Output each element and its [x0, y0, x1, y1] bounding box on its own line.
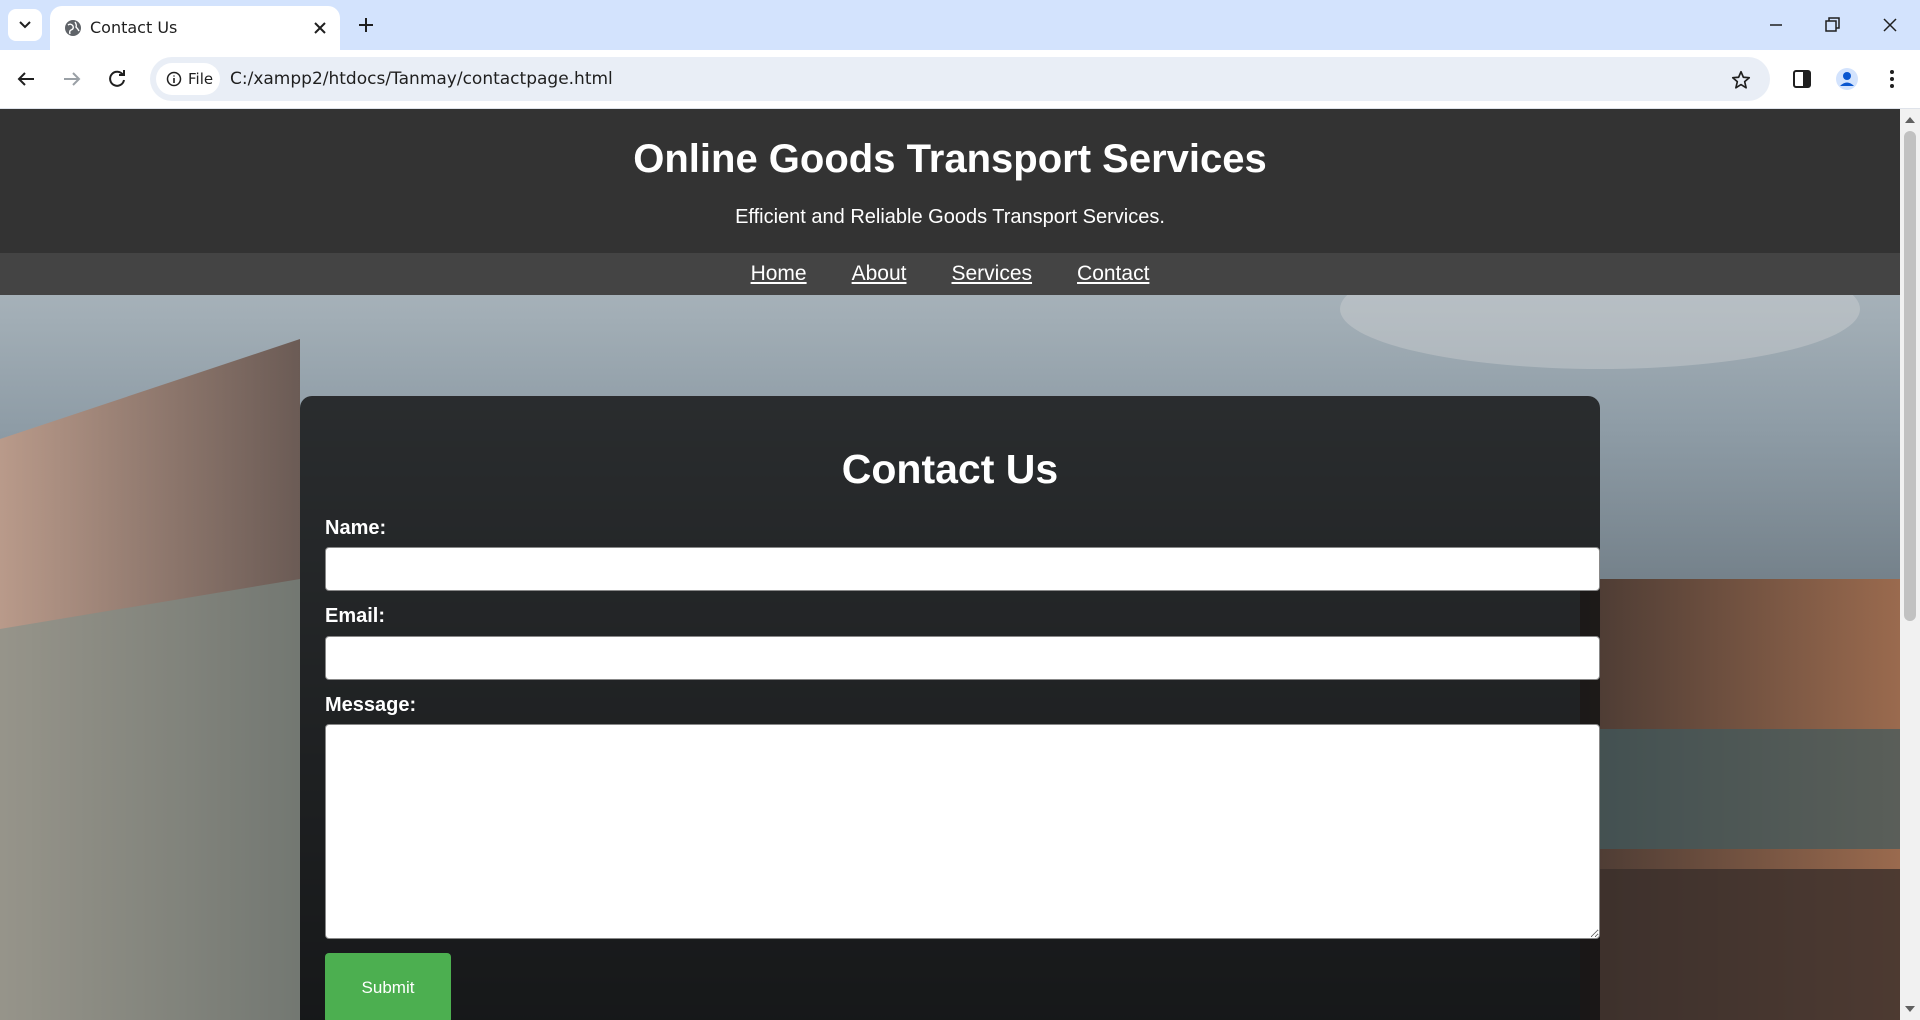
nav-link-contact[interactable]: Contact [1077, 262, 1149, 286]
info-icon [166, 71, 182, 87]
message-label: Message: [325, 694, 417, 716]
nav-link-home[interactable]: Home [751, 262, 807, 286]
message-textarea[interactable] [325, 724, 1600, 939]
nav-link-about[interactable]: About [852, 262, 907, 286]
tab-title: Contact Us [90, 18, 178, 37]
page-viewport: Online Goods Transport Services Efficien… [0, 109, 1900, 1020]
close-icon[interactable] [312, 20, 328, 36]
new-tab-plus-icon[interactable] [356, 15, 376, 35]
forward-arrow-icon[interactable] [60, 67, 84, 91]
scroll-down-arrow-icon[interactable] [1904, 1004, 1916, 1014]
file-chip-label: File [188, 70, 214, 88]
site-header: Online Goods Transport Services Efficien… [0, 109, 1900, 253]
email-input[interactable] [325, 636, 1600, 680]
contact-heading: Contact Us [841, 446, 1059, 492]
email-label: Email: [325, 605, 386, 627]
browser-toolbar: File C:/xampp2/htdocs/Tanmay/contactpage… [0, 50, 1920, 109]
nav-link-services[interactable]: Services [952, 262, 1033, 286]
tab-search-button[interactable] [8, 9, 42, 41]
scroll-up-arrow-icon[interactable] [1904, 115, 1916, 125]
address-bar[interactable]: File C:/xampp2/htdocs/Tanmay/contactpage… [150, 57, 1770, 101]
browser-tabbar: Contact Us [0, 0, 1920, 50]
name-label: Name: [325, 517, 387, 539]
minimize-icon[interactable] [1766, 15, 1786, 35]
site-title: Online Goods Transport Services [633, 137, 1267, 181]
window-close-icon[interactable] [1880, 15, 1900, 35]
globe-icon [65, 20, 81, 36]
restore-icon[interactable] [1822, 15, 1842, 35]
more-menu-icon[interactable] [1880, 67, 1904, 91]
submit-button[interactable]: Submit [325, 953, 451, 1020]
site-nav: Home About Services Contact [0, 253, 1900, 295]
chevron-down-icon [19, 21, 31, 29]
side-panel-icon[interactable] [1790, 67, 1814, 91]
profile-avatar-icon[interactable] [1835, 67, 1859, 91]
browser-tab-active[interactable]: Contact Us [50, 6, 340, 50]
scrollbar-thumb[interactable] [1904, 131, 1916, 621]
bookmark-star-icon[interactable] [1730, 69, 1752, 91]
reload-icon[interactable] [105, 67, 129, 91]
contact-form-card: Contact Us Name: Email: Message: Submit [300, 396, 1600, 1020]
page-scrollbar[interactable] [1900, 109, 1920, 1020]
site-info-chip[interactable]: File [156, 63, 220, 95]
url-text[interactable]: C:/xampp2/htdocs/Tanmay/contactpage.html [230, 69, 613, 89]
name-input[interactable] [325, 547, 1600, 591]
site-tagline: Efficient and Reliable Goods Transport S… [735, 206, 1165, 228]
back-arrow-icon[interactable] [14, 67, 38, 91]
